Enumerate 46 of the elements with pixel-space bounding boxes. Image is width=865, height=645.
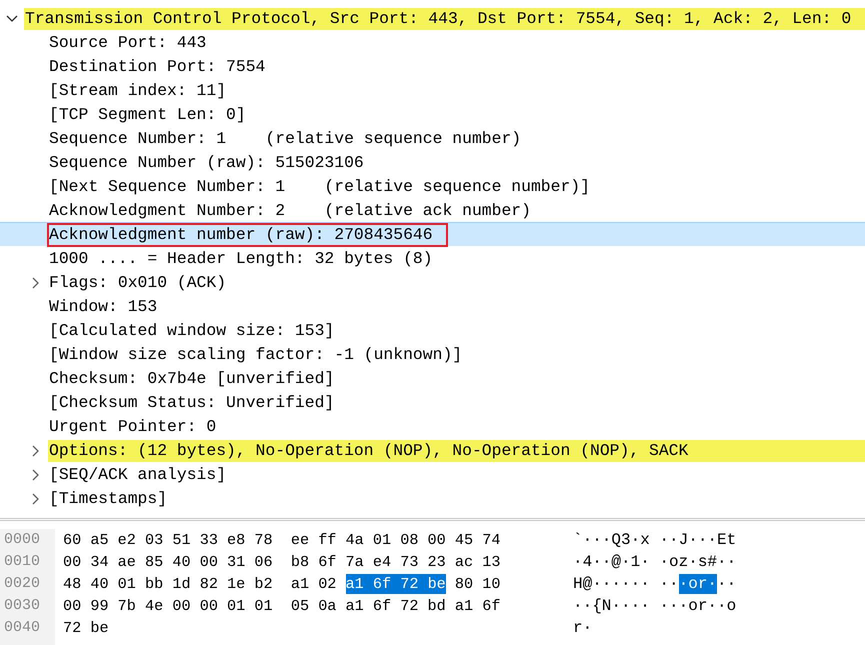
chevron-right-icon[interactable] <box>32 492 40 504</box>
tree-item-text[interactable]: Options: (12 bytes), No-Operation (NOP), No-Operation (NOP), SACK <box>48 440 865 462</box>
selected-ascii-text[interactable]: ·or· <box>678 574 718 594</box>
tree-item-text[interactable]: Sequence Number (raw): 515023106 <box>48 152 365 174</box>
tree-item-text[interactable]: [SEQ/ACK analysis] <box>48 464 228 486</box>
tree-item-text[interactable]: Acknowledgment Number: 2 (relative ack number) <box>48 200 532 222</box>
tree-item-text[interactable]: Checksum: 0x7b4e [unverified] <box>48 368 336 390</box>
selected-hex-bytes[interactable]: a1 6f 72 be <box>346 574 446 594</box>
hex-bytes[interactable]: 80 10 <box>446 574 500 594</box>
tree-item-text[interactable]: Source Port: 443 <box>48 32 208 54</box>
tree-item-text[interactable]: [Next Sequence Number: 1 (relative sequence number)] <box>48 176 591 198</box>
chevron-right-icon[interactable] <box>32 276 40 288</box>
tree-item-text[interactable]: Window: 153 <box>48 296 158 318</box>
hex-bytes[interactable]: 72 be <box>63 618 109 638</box>
ascii-text[interactable]: `···Q3·x ··J···Et <box>573 530 736 550</box>
byte-offset: 0000 <box>3 530 42 550</box>
ascii-text[interactable]: r· <box>573 618 592 638</box>
hex-bytes[interactable]: 48 40 01 bb 1d 82 1e b2 a1 02 <box>63 574 346 594</box>
selected-tree-row[interactable]: Acknowledgment number (raw): 2708435646 <box>0 222 865 246</box>
tree-item-text[interactable]: [Window size scaling factor: -1 (unknown)] <box>48 344 464 366</box>
tree-item-text[interactable]: [Stream index: 11] <box>48 80 228 102</box>
ascii-text[interactable]: ··{N···· ···or··o <box>573 596 736 616</box>
tree-item-text[interactable]: 1000 .... = Header Length: 32 bytes (8) <box>48 248 434 270</box>
ascii-text[interactable]: ·4··@·1· ·oz·s#·· <box>573 552 736 572</box>
tree-item-text[interactable]: Transmission Control Protocol, Src Port: 443, Dst Port: 7554, Seq: 1, Ack: 2, Len: 0 <box>24 8 865 30</box>
tree-item-text[interactable]: Sequence Number: 1 (relative sequence number) <box>48 128 522 150</box>
byte-offset: 0030 <box>3 596 42 616</box>
byte-offset: 0040 <box>3 618 42 638</box>
byte-offset: 0020 <box>3 574 42 594</box>
hex-bytes[interactable]: 00 34 ae 85 40 00 31 06 b8 6f 7a e4 73 23 ac 13 <box>63 552 500 572</box>
tree-item-text[interactable]: Urgent Pointer: 0 <box>48 416 218 438</box>
tree-item-text[interactable]: Flags: 0x010 (ACK) <box>48 272 228 294</box>
tree-item-text[interactable]: Destination Port: 7554 <box>48 56 266 78</box>
hex-bytes[interactable]: 60 a5 e2 03 51 33 e8 78 ee ff 4a 01 08 00 45 74 <box>63 530 500 550</box>
tree-item-text[interactable]: Acknowledgment number (raw): 2708435646 <box>48 224 447 246</box>
ascii-text[interactable]: ·· <box>717 574 736 594</box>
hex-bytes[interactable]: 00 99 7b 4e 00 00 01 01 05 0a a1 6f 72 bd a1 6f <box>63 596 500 616</box>
chevron-right-icon[interactable] <box>32 468 40 480</box>
tree-item-text[interactable]: [Timestamps] <box>48 488 168 510</box>
ascii-text[interactable]: H@······ ·· <box>573 574 679 594</box>
chevron-right-icon[interactable] <box>32 444 40 456</box>
chevron-down-icon[interactable] <box>6 14 18 22</box>
tree-item-text[interactable]: [TCP Segment Len: 0] <box>48 104 247 126</box>
tree-item-text[interactable]: [Calculated window size: 153] <box>48 320 336 342</box>
byte-offset: 0010 <box>3 552 42 572</box>
tree-item-text[interactable]: [Checksum Status: Unverified] <box>48 392 336 414</box>
